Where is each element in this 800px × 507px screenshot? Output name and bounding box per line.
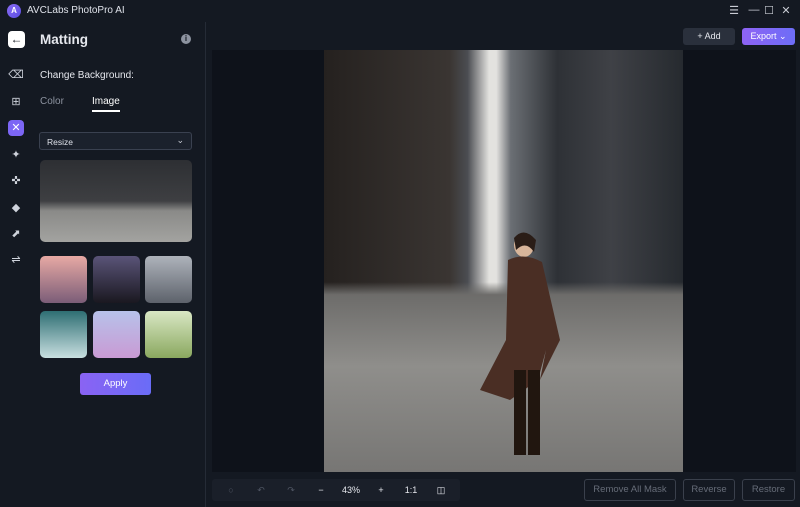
divider [205, 22, 206, 507]
thumbnail-night-sky[interactable] [92, 256, 140, 303]
thumbnail-green-bokeh[interactable] [145, 311, 192, 358]
app-title: AVCLabs PhotoPro AI [27, 5, 125, 16]
zoom-in-button[interactable]: + [373, 479, 389, 501]
title-bar: A AVCLabs PhotoPro AI ☰ — ☐ ✕ [0, 0, 800, 22]
add-button[interactable]: + Add [683, 28, 735, 45]
tab-image[interactable]: Image [92, 96, 120, 112]
thumbnail-snowy-mountain[interactable] [145, 256, 192, 303]
face-icon[interactable]: ✦ [8, 147, 24, 163]
change-background-label: Change Background: [40, 70, 134, 81]
matted-person [480, 232, 560, 455]
view-toolbar: ○ ↶ ↷ − 43% + 1:1 ◫ [212, 479, 460, 501]
chevron-down-icon: ⌄ [176, 135, 184, 145]
background-preview [40, 160, 192, 242]
matting-icon[interactable]: ✕ [8, 120, 24, 136]
undo-icon[interactable]: ↶ [253, 479, 269, 501]
back-arrow-icon[interactable]: ← [8, 31, 25, 48]
close-button[interactable]: ✕ [779, 4, 793, 17]
remove-all-mask-button[interactable]: Remove All Mask [584, 479, 676, 501]
actual-size-button[interactable]: 1:1 [403, 479, 419, 501]
minimize-button[interactable]: — [747, 4, 761, 16]
app-logo-icon: A [7, 4, 21, 18]
thumbnail-pastel-clouds[interactable] [92, 311, 140, 358]
zoom-out-button[interactable]: − [313, 479, 329, 501]
tab-color[interactable]: Color [40, 96, 64, 107]
reset-icon[interactable]: ○ [223, 479, 239, 501]
reverse-button[interactable]: Reverse [683, 479, 735, 501]
adjust-icon[interactable]: ⇌ [8, 252, 24, 268]
menu-icon[interactable]: ☰ [727, 4, 741, 17]
resize-value: Resize [47, 137, 73, 147]
colorize-icon[interactable]: ◆ [8, 200, 24, 216]
thumbnail-pink-mountain[interactable] [40, 256, 87, 303]
upscale-icon[interactable]: ⬈ [8, 226, 24, 242]
maximize-button[interactable]: ☐ [762, 4, 776, 17]
redo-icon[interactable]: ↷ [283, 479, 299, 501]
eraser-icon[interactable]: ⌫ [8, 67, 24, 83]
restore-button[interactable]: Restore [742, 479, 795, 501]
apply-button[interactable]: Apply [80, 373, 151, 395]
compare-icon[interactable]: ◫ [433, 479, 449, 501]
export-button[interactable]: Export ⌄ [742, 28, 795, 45]
info-icon[interactable]: i [181, 34, 191, 44]
thumbnail-ocean-waves[interactable] [40, 311, 87, 358]
resize-select[interactable]: Resize ⌄ [39, 132, 192, 150]
object-remove-icon[interactable]: ✜ [8, 173, 24, 189]
zoom-level: 43% [341, 485, 360, 495]
panel-title: Matting [40, 32, 88, 47]
enhance-icon[interactable]: ⊞ [8, 94, 24, 110]
